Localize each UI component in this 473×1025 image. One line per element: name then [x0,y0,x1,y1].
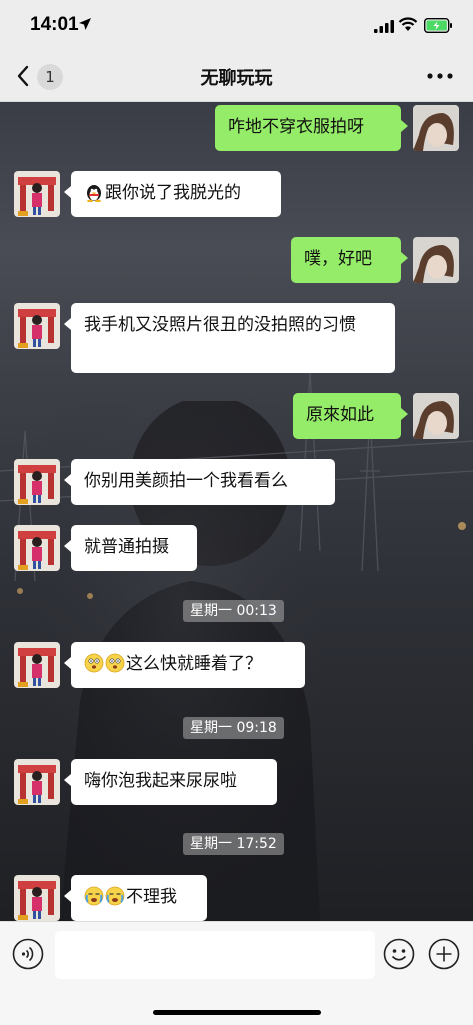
message-bubble-incoming[interactable]: 跟你说了我脱光的 [64,171,281,217]
message-bubble-incoming[interactable]: 这么快就睡着了？ [64,642,305,688]
message-text: 咋地不穿衣服拍呀 [228,117,364,137]
message-text: 噗，好吧 [304,249,372,269]
message-text: 原來如此 [306,405,374,425]
message-bubble-incoming[interactable]: 我手机又没照片很丑的没拍照的习惯 [64,303,395,373]
avatar-contact[interactable] [14,303,60,349]
avatar-contact[interactable] [14,171,60,217]
wifi-icon [398,17,418,31]
message-bubble-outgoing[interactable]: 原來如此 [293,393,408,439]
battery-icon [424,18,452,33]
chat-message-list[interactable]: 咋地不穿衣服拍呀 跟你说了我脱光的 噗，好吧 我手机又没照片很丑的没拍照的习惯 … [0,101,473,921]
avatar-contact[interactable] [14,759,60,805]
chat-title: 无聊玩玩 [200,68,273,89]
timestamp-label: 星期一 00:13 [183,600,284,622]
message-bubble-outgoing[interactable]: 咋地不穿衣服拍呀 [215,105,408,151]
message-text: 嗨你泡我起来尿尿啦 [84,771,237,791]
avatar-contact[interactable] [14,525,60,571]
message-text: 就普通拍摄 [84,537,169,557]
shocked-face-emoji-icon [105,653,125,673]
message-text: 不理我 [126,887,177,907]
status-bar: 14:01 [0,0,473,52]
avatar-contact[interactable] [14,459,60,505]
signal-icon [374,20,394,33]
location-arrow-icon [79,18,91,30]
message-bubble-incoming[interactable]: 就普通拍摄 [64,525,197,571]
status-time: 14:01 [30,14,79,35]
qq-penguin-emoji-icon [87,185,101,202]
message-text: 跟你说了我脱光的 [105,183,241,203]
message-bubble-incoming[interactable]: 你别用美颜拍一个我看看么 [64,459,335,505]
avatar-self[interactable] [413,393,459,439]
message-input-bar [0,921,473,1025]
message-text: 你别用美颜拍一个我看看么 [84,471,288,491]
shocked-face-emoji-icon [84,653,104,673]
voice-input-icon[interactable] [12,938,44,970]
message-text-field[interactable] [55,931,375,979]
avatar-self[interactable] [413,105,459,151]
home-indicator [153,1010,321,1015]
crying-face-emoji-icon [105,886,125,906]
message-text: 这么快就睡着了？ [126,654,262,674]
more-functions-plus-icon[interactable] [428,938,460,970]
avatar-contact[interactable] [14,875,60,921]
avatar-self[interactable] [413,237,459,283]
message-bubble-incoming[interactable]: 嗨你泡我起来尿尿啦 [64,759,277,805]
timestamp-label: 星期一 09:18 [183,717,284,739]
emoji-picker-icon[interactable] [383,938,415,970]
message-text: 我手机又没照片很丑的没拍照的习惯 [84,315,356,335]
message-bubble-outgoing[interactable]: 噗，好吧 [291,237,408,283]
crying-face-emoji-icon [84,886,104,906]
more-options-icon[interactable] [426,72,454,80]
avatar-contact[interactable] [14,642,60,688]
chat-header: 1 无聊玩玩 [0,52,473,102]
message-bubble-incoming[interactable]: 不理我 [64,875,207,921]
timestamp-label: 星期一 17:52 [183,833,284,855]
